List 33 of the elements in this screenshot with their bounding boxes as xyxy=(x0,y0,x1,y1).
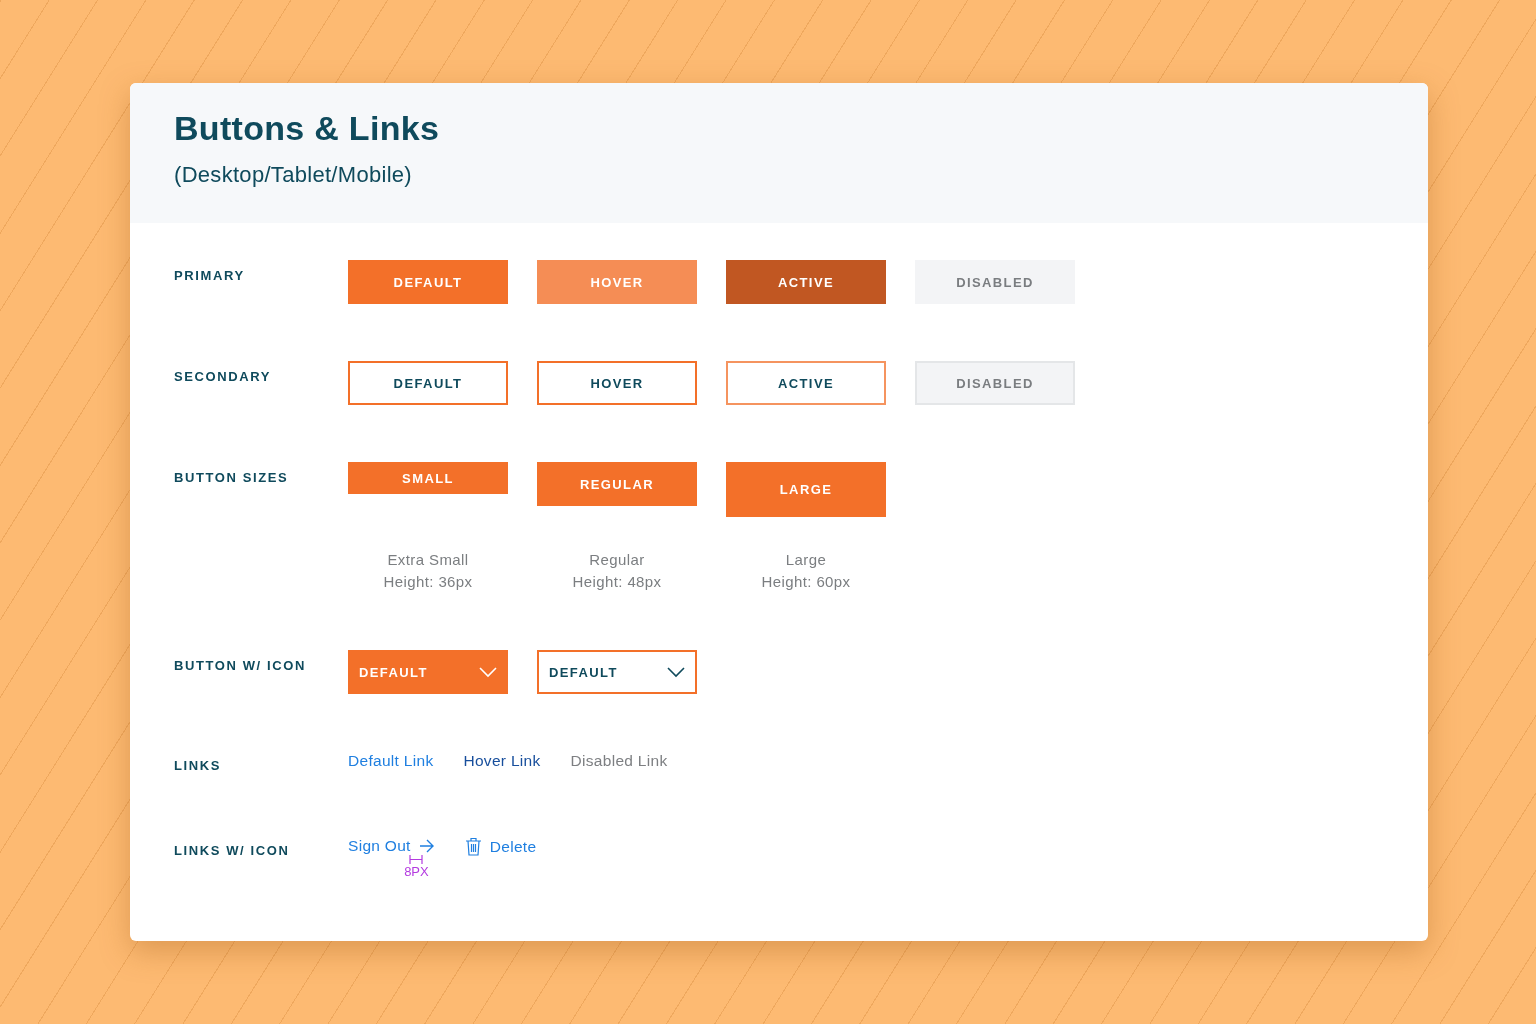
card-title: Buttons & Links xyxy=(174,109,441,148)
section-label: BUTTON W/ ICON xyxy=(174,657,307,673)
chevron-down-icon xyxy=(479,666,497,678)
button[interactable]: DISABLED xyxy=(915,260,1075,304)
size-caption: Extra Small Height: 36px xyxy=(383,550,473,592)
button[interactable]: ACTIVE xyxy=(726,260,886,304)
spacing-label: 8PX xyxy=(404,864,429,879)
card-subtitle: (Desktop/Tablet/Mobile) xyxy=(174,162,413,188)
chevron-down-icon xyxy=(667,666,685,678)
link[interactable]: Delete xyxy=(464,837,537,856)
link[interactable]: Hover Link xyxy=(463,752,541,770)
size-caption: Regular Height: 48px xyxy=(572,550,662,592)
spacing-measure-icon xyxy=(409,855,424,864)
button[interactable]: HOVER xyxy=(537,260,697,304)
link[interactable]: Disabled Link xyxy=(570,752,668,770)
button[interactable]: ACTIVE xyxy=(726,361,886,405)
button[interactable]: LARGE xyxy=(726,462,886,517)
dropdown-button[interactable]: DEFAULT xyxy=(537,650,697,694)
size-caption: Large Height: 60px xyxy=(761,550,851,592)
button[interactable]: DEFAULT xyxy=(348,260,508,304)
button[interactable]: DISABLED xyxy=(915,361,1075,405)
button[interactable]: DEFAULT xyxy=(348,361,508,405)
button[interactable]: REGULAR xyxy=(537,462,697,506)
link[interactable]: Default Link xyxy=(348,752,434,770)
section-label: LINKS W/ ICON xyxy=(174,842,291,858)
section-label: BUTTON SIZES xyxy=(174,469,290,485)
section-label: PRIMARY xyxy=(174,267,246,283)
button[interactable]: SMALL xyxy=(348,462,508,494)
button[interactable]: HOVER xyxy=(537,361,697,405)
section-label: SECONDARY xyxy=(174,368,272,384)
link[interactable]: Sign Out xyxy=(348,837,435,855)
section-label: LINKS xyxy=(174,757,222,773)
dropdown-button[interactable]: DEFAULT xyxy=(348,650,508,694)
